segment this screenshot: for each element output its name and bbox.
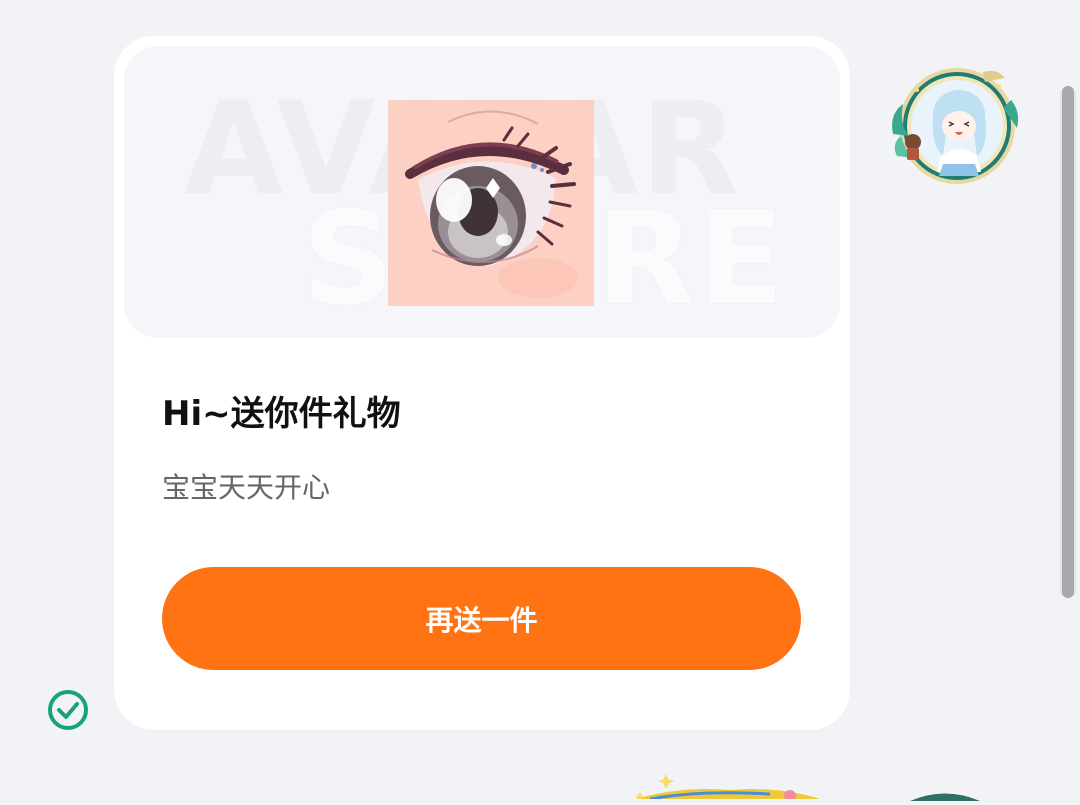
gift-image	[388, 100, 594, 306]
gift-message: 宝宝天天开心	[162, 471, 331, 504]
next-item-decoration	[620, 768, 850, 802]
gift-card: AVATAR STORE	[114, 36, 850, 730]
scrollbar-thumb[interactable]	[1062, 86, 1074, 598]
gift-banner: AVATAR STORE	[124, 46, 840, 338]
avatar[interactable]	[887, 64, 1027, 194]
send-again-button[interactable]: 再送一件	[162, 567, 801, 670]
check-circle-icon	[47, 689, 89, 731]
next-avatar-decoration	[900, 786, 990, 801]
gift-title: Hi~送你件礼物	[162, 394, 401, 434]
